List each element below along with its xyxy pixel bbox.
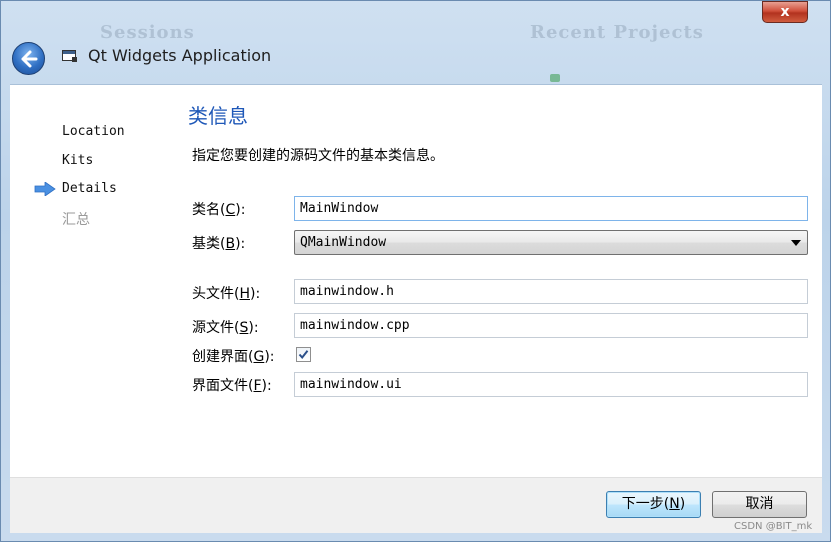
chevron-down-icon [791,240,801,246]
generate-form-checkbox[interactable] [296,347,311,362]
source-file-label: 源文件(S): [192,320,259,336]
header-file-input[interactable]: mainwindow.h [294,279,808,304]
step-kits: Kits [62,153,94,168]
step-summary: 汇总 [62,212,90,228]
current-step-arrow-icon [34,182,56,196]
checkmark-icon [298,350,309,360]
close-button[interactable]: x [762,1,808,23]
back-button[interactable] [12,42,45,75]
form-file-label: 界面文件(F): [192,378,272,394]
watermark-text: CSDN @BIT_mk [734,521,813,532]
background-sessions-text: Sessions [100,22,195,43]
generate-form-label: 创建界面(G): [192,349,275,365]
back-arrow-icon [21,50,38,68]
page-title: 类信息 [188,104,248,128]
cancel-button[interactable]: 取消 [712,491,807,518]
base-class-select[interactable]: QMainWindow [294,230,808,255]
background-project-icon [550,74,560,82]
source-file-input[interactable]: mainwindow.cpp [294,313,808,338]
form-file-input[interactable]: mainwindow.ui [294,372,808,397]
step-details: Details [62,181,117,196]
qt-widgets-window-icon [62,50,77,62]
header-file-label: 头文件(H): [192,286,261,302]
class-name-label: 类名(C): [192,202,246,218]
page-description: 指定您要创建的源码文件的基本类信息。 [192,148,444,164]
background-recent-projects-text: Recent Projects [530,22,704,43]
next-button[interactable]: 下一步(N) [606,491,701,518]
step-location: Location [62,124,125,139]
window-title: Qt Widgets Application [88,46,272,65]
base-class-label: 基类(B): [192,236,246,252]
class-name-input[interactable]: MainWindow [294,196,808,221]
base-class-value: QMainWindow [300,235,387,250]
